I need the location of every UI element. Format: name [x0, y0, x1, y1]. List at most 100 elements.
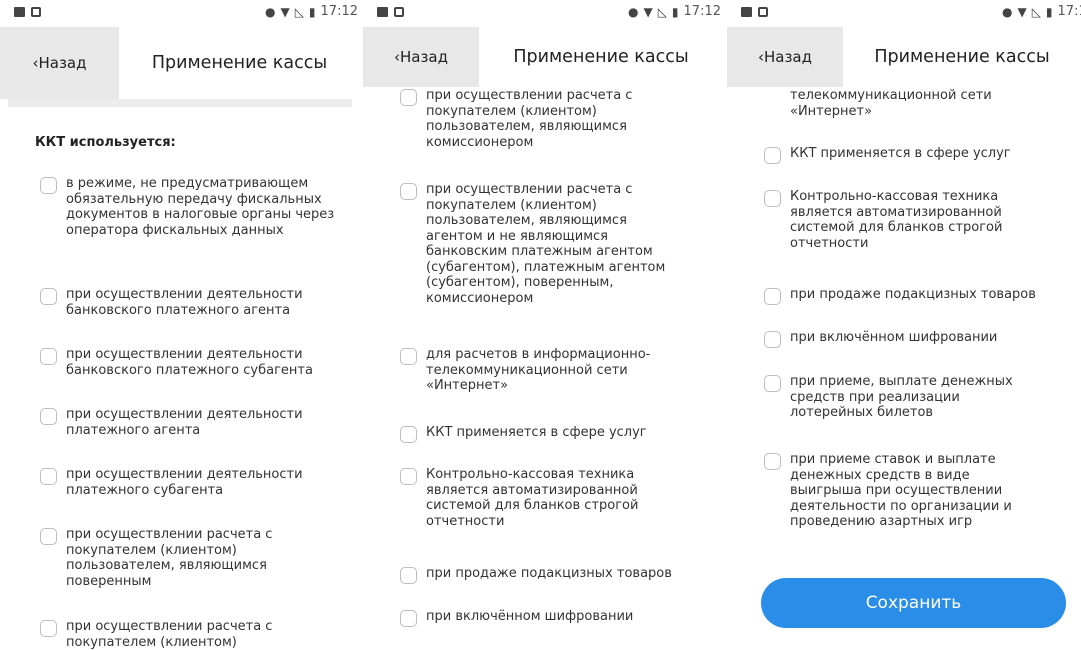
checkbox[interactable]: [400, 426, 417, 443]
option-8[interactable]: для расчетов в информационно-телекоммуни…: [400, 347, 690, 394]
image-icon: [377, 7, 388, 17]
option-3[interactable]: при осуществлении деятельности платежног…: [40, 407, 345, 438]
option-partial[interactable]: при осуществлении расчета с покупателем …: [40, 619, 295, 650]
checkbox[interactable]: [764, 190, 781, 207]
option-label: при продаже подакцизных товаров: [790, 287, 1036, 302]
option-label: при осуществлении деятельности банковско…: [66, 287, 303, 318]
option-0[interactable]: в режиме, не предусматривающем обязатель…: [40, 176, 345, 238]
option-5[interactable]: при осуществлении расчета с покупателем …: [40, 527, 295, 589]
image-icon: [14, 7, 25, 17]
battery-icon: ▮: [1045, 4, 1053, 19]
app-bar: ‹Назад Применение кассы: [727, 27, 1081, 87]
checkbox[interactable]: [40, 348, 57, 365]
wifi-icon: ▼: [643, 4, 653, 19]
status-bar: ● ▼ ◺ ▮ 17:12: [0, 0, 360, 27]
option-10[interactable]: Контрольно-кассовая техника является авт…: [764, 189, 1039, 251]
page-title: Применение кассы: [151, 53, 328, 73]
checkbox[interactable]: [400, 348, 417, 365]
checkbox[interactable]: [40, 620, 57, 637]
option-9[interactable]: ККТ применяется в сфере услуг: [764, 146, 1069, 164]
checkbox[interactable]: [40, 177, 57, 194]
option-label: для расчетов в информационно-телекоммуни…: [426, 347, 651, 393]
checkbox[interactable]: [400, 567, 417, 584]
checkbox[interactable]: [40, 528, 57, 545]
option-label: при приеме, выплате денежных средств при…: [790, 374, 1013, 420]
app-bar: ‹Назад Применение кассы: [0, 27, 360, 99]
option-label: при осуществлении деятельности платежног…: [66, 467, 303, 498]
option-label: при осуществлении расчета с покупателем …: [426, 182, 666, 306]
option-1[interactable]: при осуществлении деятельности банковско…: [40, 287, 345, 318]
option-label: при включённом шифровании: [426, 609, 634, 624]
option-11[interactable]: при продаже подакцизных товаров: [764, 287, 1079, 305]
page-title: Применение кассы: [874, 47, 1050, 67]
divider: [8, 99, 352, 107]
no-signal-icon: ◺: [657, 4, 667, 19]
screen-panel-1: ● ▼ ◺ ▮ 17:12 ‹Назад Применение кассы ККТ ис…: [0, 0, 360, 650]
screen-panel-3: ● ▼ ◺ ▮ 17:12 ‹Назад Применение кассы телеко…: [727, 0, 1081, 650]
option-14[interactable]: при приеме ставок и выплате денежных сре…: [764, 452, 1044, 530]
option-7[interactable]: при осуществлении расчета с покупателем …: [400, 182, 670, 306]
battery-icon: ▮: [308, 4, 316, 19]
checkbox[interactable]: [40, 408, 57, 425]
option-label: ККТ применяется в сфере услуг: [790, 146, 1011, 161]
image-icon: [741, 7, 752, 17]
option-label: ККТ применяется в сфере услуг: [426, 425, 647, 440]
checkbox[interactable]: [764, 288, 781, 305]
option-11[interactable]: при продаже подакцизных товаров: [400, 566, 715, 584]
checkbox[interactable]: [400, 183, 417, 200]
no-signal-icon: ◺: [294, 4, 304, 19]
option-label: при осуществлении расчета с покупателем …: [66, 619, 273, 650]
option-10[interactable]: Контрольно-кассовая техника является авт…: [400, 467, 675, 529]
status-time: 17:12: [320, 4, 358, 19]
option-label: Контрольно-кассовая техника является авт…: [790, 189, 1003, 251]
option-12[interactable]: при включённом шифровании: [400, 609, 705, 627]
option-partial[interactable]: телекоммуникационной сети «Интернет»: [764, 88, 1044, 119]
checkbox[interactable]: [764, 147, 781, 164]
option-9[interactable]: ККТ применяется в сфере услуг: [400, 425, 705, 443]
window-icon: [394, 7, 404, 17]
battery-icon: ▮: [671, 4, 679, 19]
status-time: 17:12: [683, 4, 721, 19]
option-label: при осуществлении деятельности платежног…: [66, 407, 303, 438]
option-6[interactable]: при осуществлении расчета с покупателем …: [400, 88, 660, 150]
option-label: телекоммуникационной сети «Интернет»: [790, 88, 992, 119]
checkbox[interactable]: [400, 468, 417, 485]
option-label: при включённом шифровании: [790, 330, 998, 345]
status-bar: ● ▼ ◺ ▮ 17:12: [363, 0, 723, 27]
checkbox[interactable]: [400, 89, 417, 106]
wifi-icon: ▼: [280, 4, 290, 19]
option-label: в режиме, не предусматривающем обязатель…: [66, 176, 335, 238]
circle-icon: ●: [627, 4, 639, 19]
circle-icon: ●: [1001, 4, 1013, 19]
checkbox[interactable]: [400, 610, 417, 627]
option-4[interactable]: при осуществлении деятельности платежног…: [40, 467, 345, 498]
option-label: при осуществлении расчета с покупателем …: [66, 527, 273, 589]
option-label: Контрольно-кассовая техника является авт…: [426, 467, 639, 529]
back-button[interactable]: ‹Назад: [727, 27, 843, 87]
checkbox[interactable]: [40, 468, 57, 485]
status-time: 17:12: [1057, 4, 1081, 19]
option-label: при осуществлении расчета с покупателем …: [426, 88, 633, 150]
option-label: при продаже подакцизных товаров: [426, 566, 672, 581]
circle-icon: ●: [264, 4, 276, 19]
checkbox[interactable]: [764, 331, 781, 348]
section-title: ККТ используется:: [35, 135, 176, 150]
app-bar: ‹Назад Применение кассы: [363, 27, 723, 87]
checkbox[interactable]: [764, 453, 781, 470]
status-bar: ● ▼ ◺ ▮ 17:12: [727, 0, 1081, 27]
option-label: при осуществлении деятельности банковско…: [66, 347, 313, 378]
window-icon: [758, 7, 768, 17]
option-label: при приеме ставок и выплате денежных сре…: [790, 452, 1012, 529]
option-12[interactable]: при включённом шифровании: [764, 330, 1069, 348]
screen-panel-2: ● ▼ ◺ ▮ 17:12 ‹Назад Применение кассы при ос…: [363, 0, 723, 650]
option-2[interactable]: при осуществлении деятельности банковско…: [40, 347, 345, 378]
option-13[interactable]: при приеме, выплате денежных средств при…: [764, 374, 1044, 421]
checkbox[interactable]: [764, 375, 781, 392]
back-button[interactable]: ‹Назад: [0, 27, 119, 99]
wifi-icon: ▼: [1017, 4, 1027, 19]
checkbox[interactable]: [40, 288, 57, 305]
no-signal-icon: ◺: [1031, 4, 1041, 19]
window-icon: [31, 7, 41, 17]
save-button[interactable]: Сохранить: [761, 578, 1066, 628]
back-button[interactable]: ‹Назад: [363, 27, 479, 87]
